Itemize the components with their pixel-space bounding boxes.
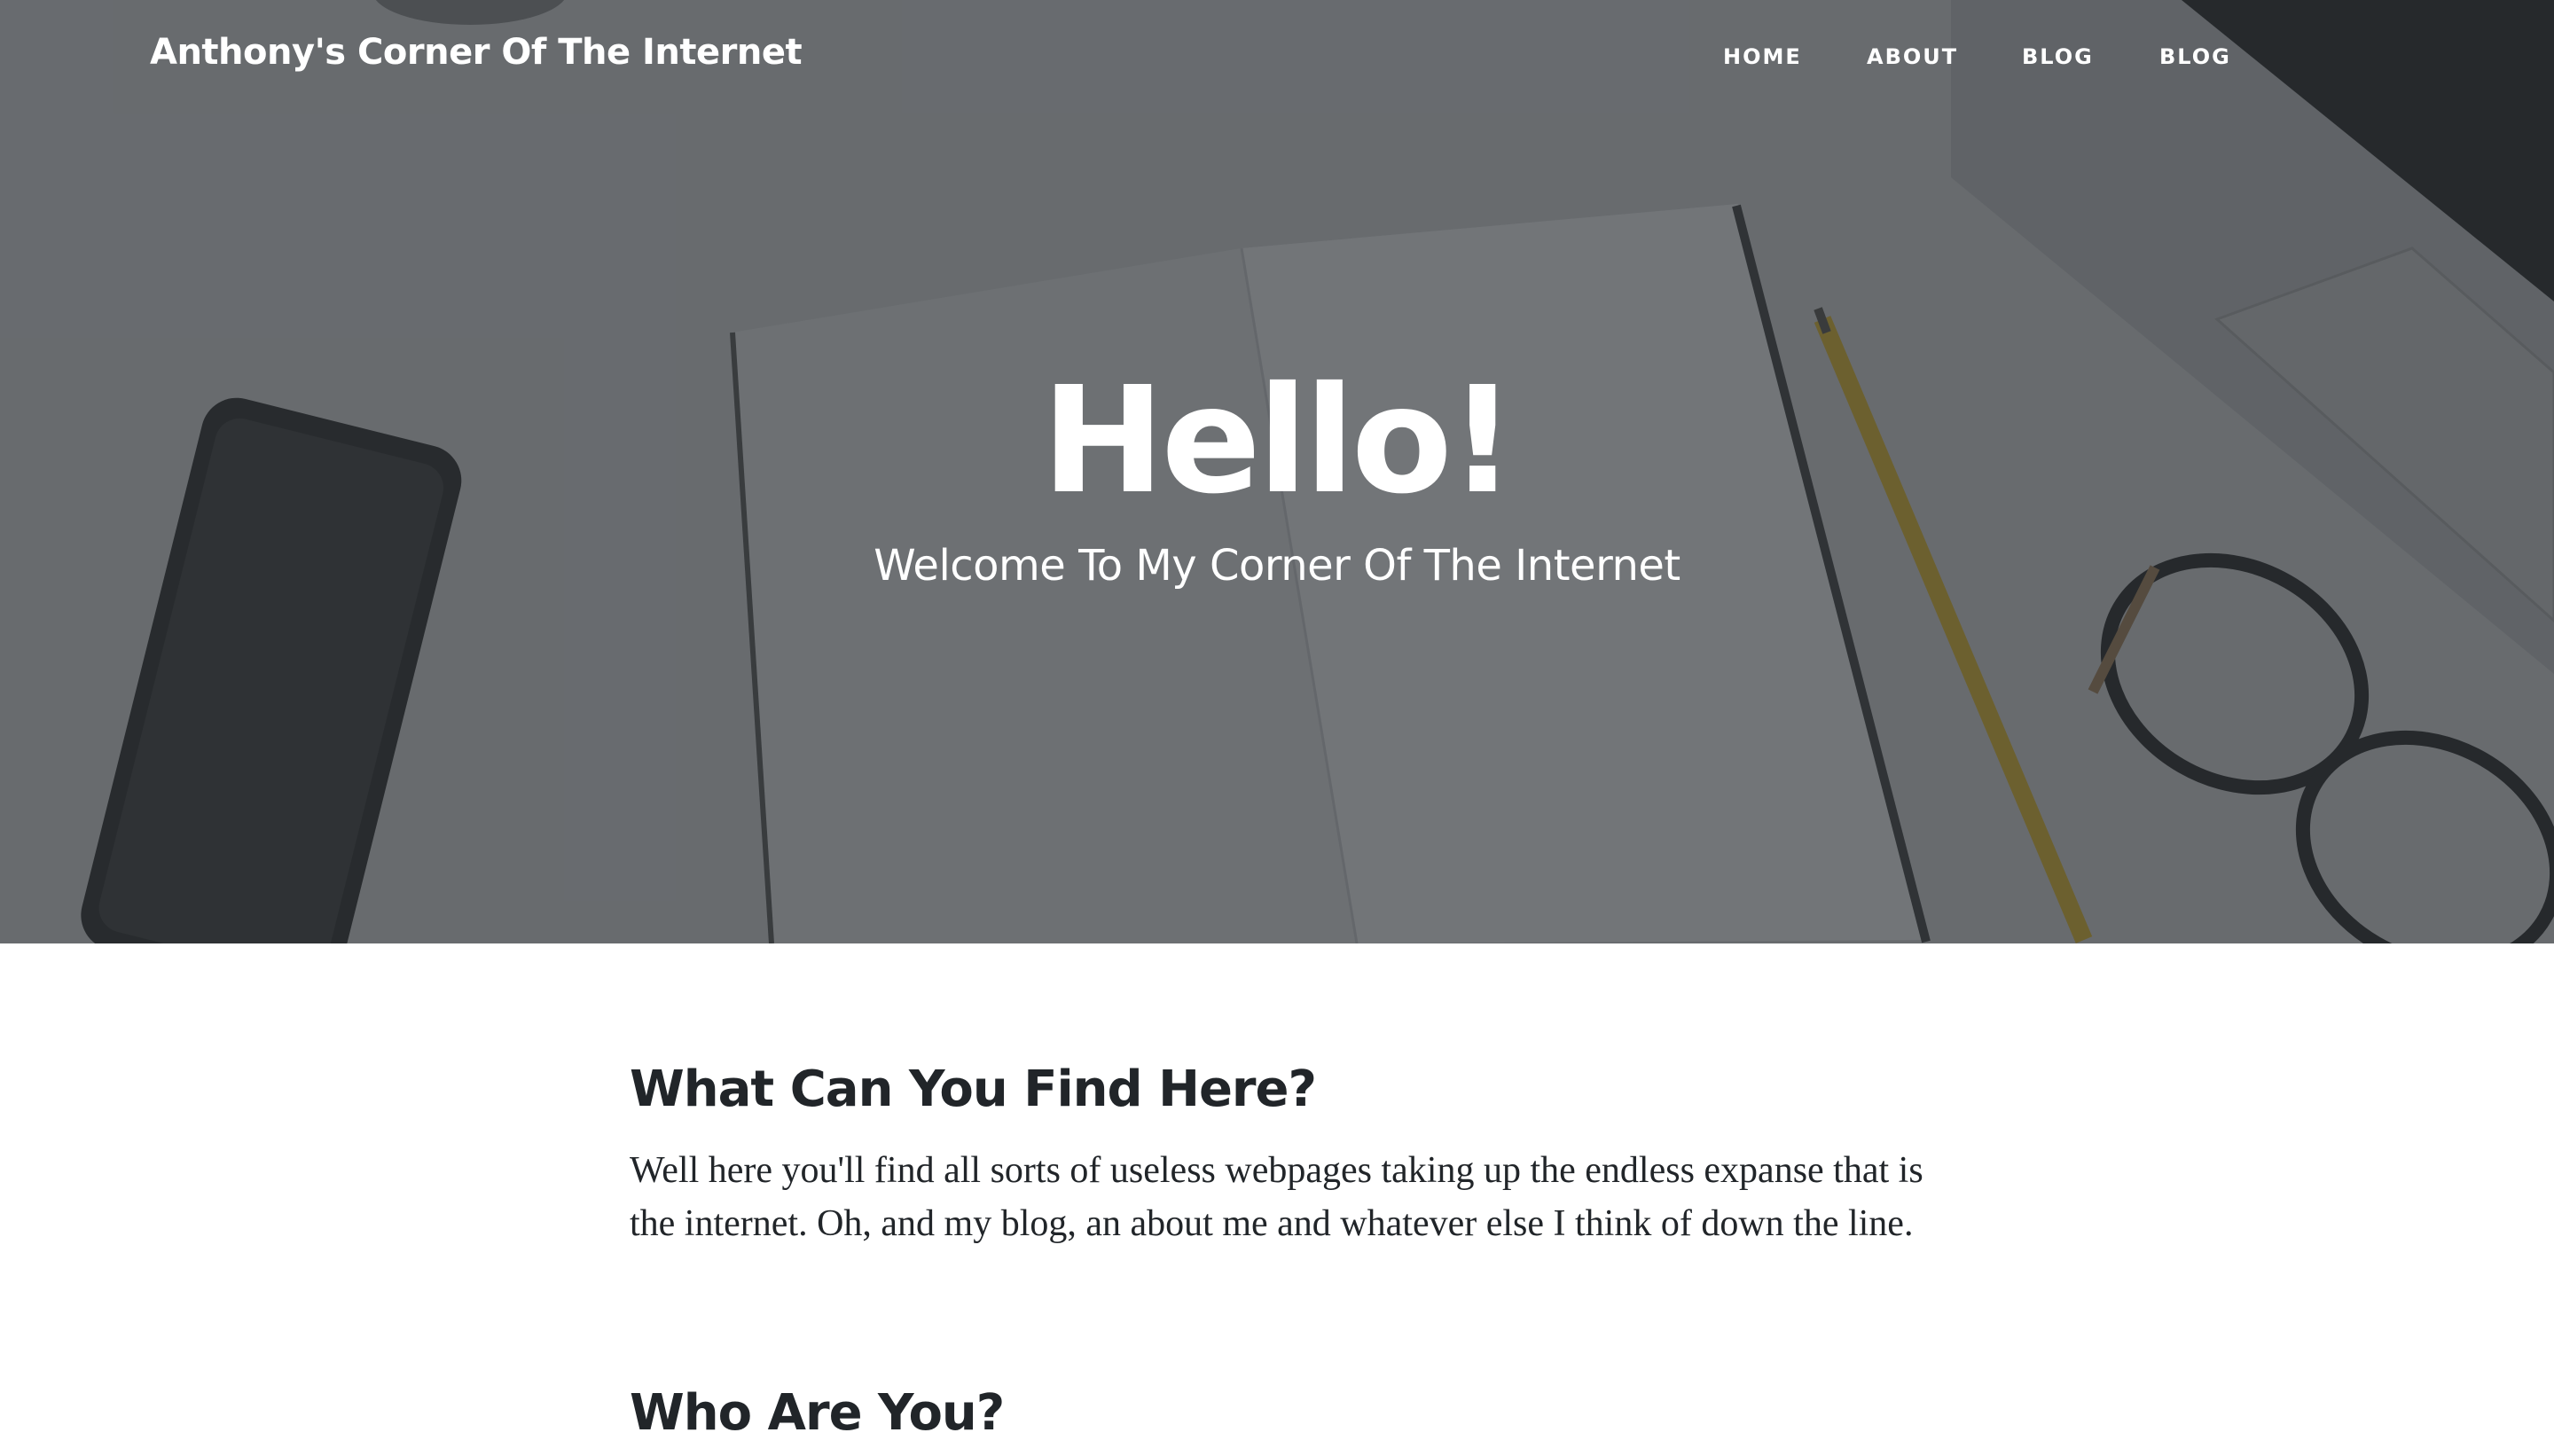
hero-subtitle: Welcome To My Corner Of The Internet	[874, 541, 1680, 591]
masthead: Anthony's Corner Of The Internet HOME AB…	[0, 0, 2554, 943]
hero-title: Hello!	[1041, 356, 1516, 527]
nav-link-about[interactable]: ABOUT	[1867, 44, 1958, 69]
site-brand-link[interactable]: Anthony's Corner Of The Internet	[150, 32, 803, 73]
nav-link-home[interactable]: HOME	[1723, 44, 1802, 69]
nav-link-blog[interactable]: BLOG	[2022, 44, 2094, 69]
section-heading-what-can-you-find: What Can You Find Here?	[630, 1061, 1317, 1118]
section-body-what-can-you-find: Well here you'll find all sorts of usele…	[630, 1150, 1923, 1244]
section-heading-who-are-you: Who Are You?	[630, 1384, 1005, 1442]
nav-link-blog-2[interactable]: BLOG	[2159, 44, 2231, 69]
